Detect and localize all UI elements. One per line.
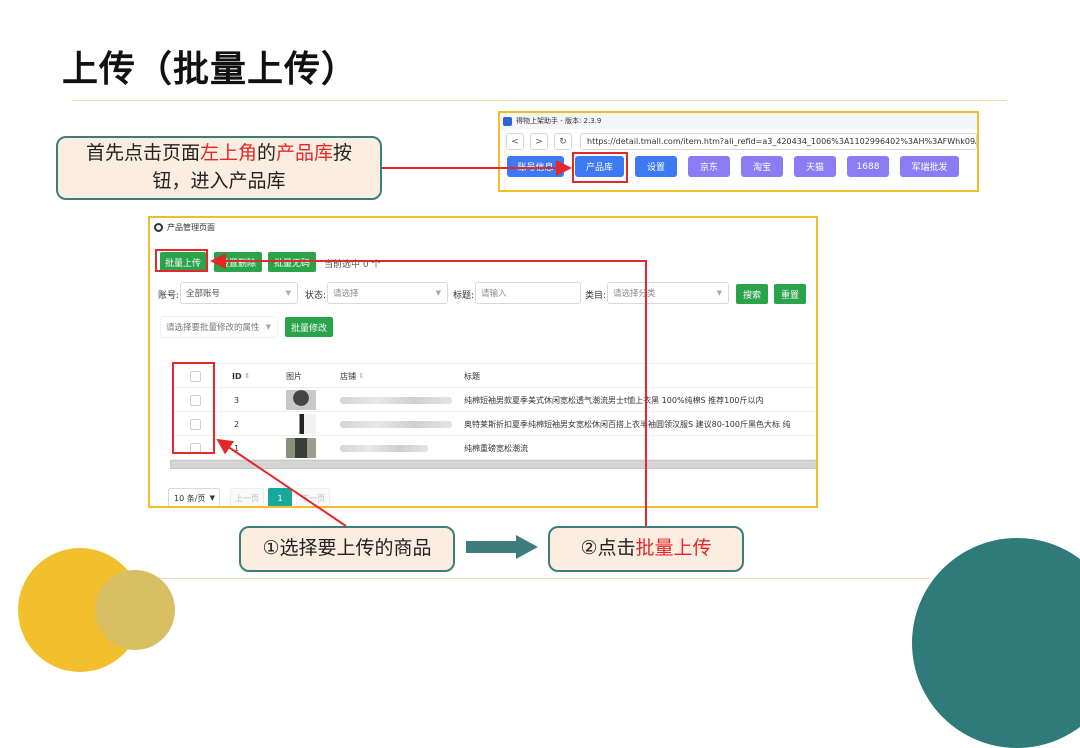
callout-select-products: ①选择要上传的商品 bbox=[239, 526, 455, 572]
header-shop[interactable]: 店铺 ⇕ bbox=[340, 364, 364, 388]
tab-junrui-wholesale[interactable]: 军瑞批发 bbox=[900, 156, 959, 177]
page-size-value: 10 条/页 bbox=[174, 493, 206, 503]
page-size-select[interactable]: 10 条/页 ▼ bbox=[168, 488, 220, 506]
category-placeholder: 请选择分类 bbox=[613, 289, 656, 299]
sort-icon: ⇕ bbox=[358, 372, 365, 380]
highlight-box-batch-upload bbox=[155, 249, 208, 272]
row-id: 1 bbox=[234, 443, 240, 453]
bottom-divider bbox=[60, 578, 930, 579]
tab-account-info[interactable]: 账号信息 bbox=[507, 156, 564, 177]
row-id: 3 bbox=[234, 395, 240, 405]
row-title: 纯棉短袖男款夏季美式休闲宽松透气潮流男士t恤上衣黑 100%纯棉S 推荐100斤… bbox=[464, 395, 764, 405]
tab-jd[interactable]: 京东 bbox=[688, 156, 730, 177]
callout-text: ②点击 bbox=[580, 537, 636, 560]
window-title-bar: 产品管理页面 bbox=[150, 218, 816, 236]
account-value: 全部账号 bbox=[186, 289, 221, 299]
callout-text: 的 bbox=[256, 142, 276, 165]
decor-circle-olive bbox=[95, 570, 175, 650]
batch-attribute-placeholder: 请选择要批量修改的属性 bbox=[166, 323, 260, 333]
title-placeholder: 请输入 bbox=[481, 289, 507, 299]
product-thumbnail bbox=[286, 412, 316, 436]
header-id[interactable]: ID ⇕ bbox=[232, 364, 250, 388]
table-row[interactable]: 3 纯棉短袖男款夏季美式休闲宽松透气潮流男士t恤上衣黑 100%纯棉S 推荐10… bbox=[172, 388, 816, 412]
action-button-3[interactable]: 批量无码 bbox=[268, 252, 316, 272]
chevron-down-icon: ▼ bbox=[435, 289, 441, 297]
title-label: 标题: bbox=[453, 291, 475, 301]
tab-tmall[interactable]: 天猫 bbox=[794, 156, 836, 177]
highlight-box-checkboxes bbox=[172, 362, 215, 454]
back-button[interactable]: < bbox=[506, 133, 524, 150]
batch-attribute-select[interactable]: 请选择要批量修改的属性 ▼ bbox=[160, 316, 278, 338]
table-row[interactable]: 2 奥特莱斯折扣夏季纯棉短袖男女宽松休闲百搭上衣半袖圆领汉服S 建议80-100… bbox=[172, 412, 816, 436]
search-button[interactable]: 搜索 bbox=[736, 284, 768, 304]
table-row[interactable]: 1 纯棉重磅宽松潮流 bbox=[172, 436, 816, 460]
account-select[interactable]: 全部账号 ▼ bbox=[180, 282, 298, 304]
forward-button[interactable]: > bbox=[530, 133, 548, 150]
chevron-down-icon: ▼ bbox=[285, 289, 291, 297]
status-placeholder: 请选择 bbox=[333, 289, 359, 299]
app-logo-icon bbox=[503, 116, 512, 126]
batch-edit-button[interactable]: 批量修改 bbox=[285, 317, 333, 337]
callout-text: 首先点击页面 bbox=[85, 142, 200, 165]
title-divider bbox=[72, 100, 1007, 101]
callout-text: 按 bbox=[333, 142, 353, 165]
product-management-window: 产品管理页面 批量上传 设置删除 批量无码 当前选中 0 个 账号: 全部账号 ▼… bbox=[148, 216, 818, 508]
callout-highlight-batch-upload: 批量上传 bbox=[635, 537, 712, 560]
callout-click-batch-upload: ②点击 批量上传 bbox=[548, 526, 744, 572]
right-arrow-icon bbox=[466, 535, 538, 563]
action-button-2[interactable]: 设置删除 bbox=[214, 252, 262, 272]
product-table: ID ⇕ 图片 店铺 ⇕ 标题 3 纯棉短袖男款夏季美式休闲宽松透气潮流男士t恤… bbox=[172, 363, 816, 460]
title-input[interactable]: 请输入 bbox=[475, 282, 581, 304]
browser-nav-row: < > ↻ https://detail.tmall.com/item.htm?… bbox=[500, 133, 977, 150]
header-id-label: ID bbox=[232, 371, 242, 381]
chevron-down-icon: ▼ bbox=[265, 323, 271, 331]
tab-taobao[interactable]: 淘宝 bbox=[741, 156, 783, 177]
header-image: 图片 bbox=[286, 371, 302, 381]
chevron-down-icon: ▼ bbox=[716, 289, 722, 297]
callout-open-product-library: 首先点击页面左上角的产品库按 钮，进入产品库 bbox=[56, 136, 382, 200]
selection-count: 当前选中 0 个 bbox=[324, 260, 381, 270]
row-title: 纯棉重磅宽松潮流 bbox=[464, 443, 528, 453]
app-title-bar: 得物上架助手 - 版本: 2.3.9 bbox=[500, 113, 977, 129]
callout-text: 钮，进入产品库 bbox=[152, 170, 286, 192]
header-title: 标题 bbox=[464, 371, 480, 381]
next-page-button[interactable]: 下一页 bbox=[296, 488, 330, 506]
status-label: 状态: bbox=[305, 291, 327, 301]
chevron-down-icon: ▼ bbox=[209, 494, 215, 502]
category-label: 类目: bbox=[585, 291, 607, 301]
callout-text: ①选择要上传的商品 bbox=[262, 537, 432, 560]
table-header-row: ID ⇕ 图片 店铺 ⇕ 标题 bbox=[172, 364, 816, 388]
shop-name-blurred bbox=[340, 412, 452, 436]
shop-name-blurred bbox=[340, 388, 452, 412]
slide-title: 上传（批量上传） bbox=[62, 49, 359, 90]
status-select[interactable]: 请选择 ▼ bbox=[327, 282, 448, 304]
url-input[interactable]: https://detail.tmall.com/item.htm?ali_re… bbox=[580, 133, 977, 150]
prev-page-button[interactable]: 上一页 bbox=[230, 488, 264, 506]
window-title: 产品管理页面 bbox=[167, 222, 215, 232]
header-shop-label: 店铺 bbox=[340, 371, 356, 381]
sort-icon: ⇕ bbox=[244, 372, 251, 380]
helper-app-window: 得物上架助手 - 版本: 2.3.9 < > ↻ https://detail.… bbox=[498, 111, 979, 192]
tab-settings[interactable]: 设置 bbox=[635, 156, 677, 177]
callout-highlight-top-left: 左上角 bbox=[199, 142, 257, 165]
product-thumbnail bbox=[286, 436, 316, 460]
product-thumbnail bbox=[286, 388, 316, 412]
account-label: 账号: bbox=[158, 291, 180, 301]
tab-1688[interactable]: 1688 bbox=[847, 156, 889, 177]
decor-circle-teal bbox=[912, 538, 1080, 748]
highlight-box-product-library bbox=[572, 152, 628, 183]
row-title: 奥特莱斯折扣夏季纯棉短袖男女宽松休闲百搭上衣半袖圆领汉服S 建议80-100斤黑… bbox=[464, 419, 791, 429]
horizontal-scrollbar[interactable] bbox=[170, 460, 816, 469]
app-title: 得物上架助手 - 版本: 2.3.9 bbox=[516, 117, 602, 125]
settings-icon bbox=[154, 222, 163, 232]
reset-button[interactable]: 重置 bbox=[774, 284, 806, 304]
refresh-button[interactable]: ↻ bbox=[554, 133, 572, 150]
callout-highlight-product-library: 产品库 bbox=[276, 142, 334, 165]
shop-name-blurred bbox=[340, 436, 428, 460]
current-page[interactable]: 1 bbox=[268, 488, 292, 506]
category-select[interactable]: 请选择分类 ▼ bbox=[607, 282, 729, 304]
row-id: 2 bbox=[234, 419, 240, 429]
